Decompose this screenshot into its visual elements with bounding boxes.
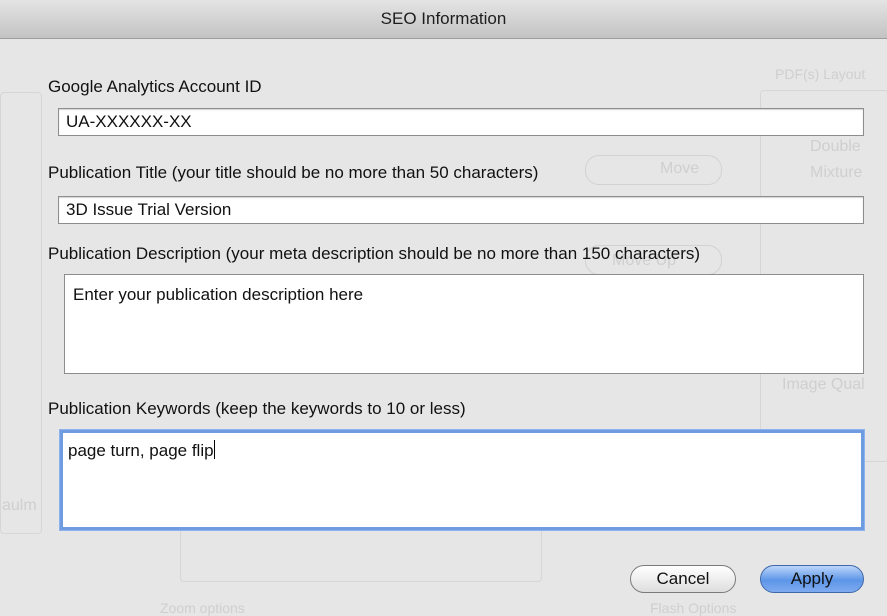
dialog-title: SEO Information bbox=[0, 0, 887, 39]
publication-description-label: Publication Description (your meta descr… bbox=[48, 244, 701, 263]
ga-account-label: Google Analytics Account ID bbox=[48, 77, 262, 96]
publication-keywords-textarea[interactable]: page turn, page flip bbox=[60, 430, 864, 530]
publication-description-text: Enter your publication description here bbox=[73, 285, 364, 304]
seo-dialog: SEO Information Google Analytics Account… bbox=[0, 0, 887, 614]
cancel-button[interactable]: Cancel bbox=[630, 565, 736, 593]
publication-keywords-label: Publication Keywords (keep the keywords … bbox=[48, 399, 466, 418]
publication-description-textarea[interactable]: Enter your publication description here bbox=[64, 274, 864, 374]
publication-keywords-text: page turn, page flip bbox=[68, 441, 214, 460]
apply-button[interactable]: Apply bbox=[760, 565, 864, 593]
ga-account-input[interactable] bbox=[58, 108, 864, 136]
publication-title-input[interactable] bbox=[58, 196, 864, 224]
text-caret bbox=[213, 440, 215, 459]
publication-title-label: Publication Title (your title should be … bbox=[48, 163, 539, 182]
